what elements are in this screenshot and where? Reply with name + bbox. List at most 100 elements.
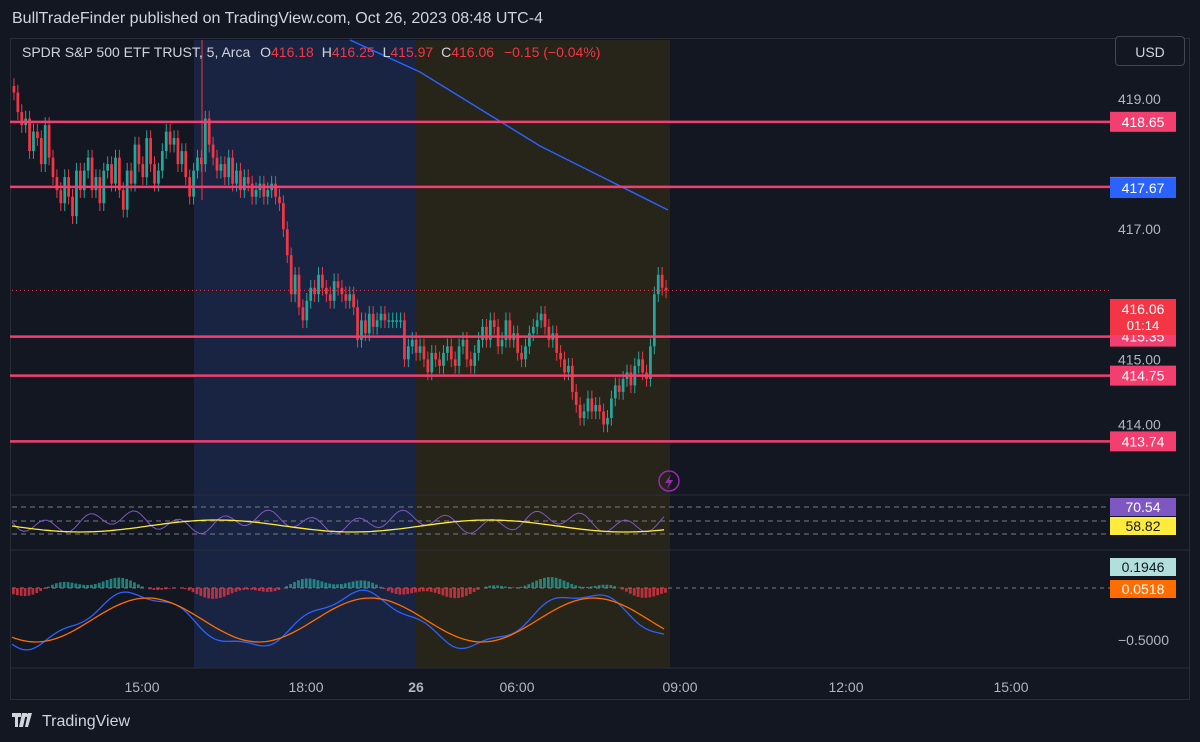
macd-histogram-bar <box>441 588 445 596</box>
macd-histogram-bar <box>203 588 207 598</box>
candle-body <box>36 131 39 139</box>
macd-histogram-bar <box>609 585 613 588</box>
candle-body <box>379 313 383 321</box>
macd-histogram-bar <box>371 582 374 588</box>
macd-histogram-bar <box>125 578 128 588</box>
candle-body <box>352 294 356 308</box>
candle-body <box>246 177 250 184</box>
candle-body <box>235 170 238 184</box>
candle-body <box>184 151 188 178</box>
candle-body <box>219 164 223 171</box>
candle-body <box>145 138 149 178</box>
macd-histogram-bar <box>133 582 136 588</box>
macd-histogram-bar <box>554 577 558 588</box>
candle-body <box>86 157 90 171</box>
macd-histogram-bar <box>129 580 132 588</box>
macd-histogram-bar <box>652 588 656 597</box>
macd-histogram-bar <box>359 580 363 588</box>
macd-histogram-bar <box>12 588 15 595</box>
candle-body <box>586 398 590 412</box>
candle-body <box>39 138 43 165</box>
candle-body <box>28 118 31 152</box>
macd-histogram-bar <box>222 588 226 597</box>
macd-histogram-bar <box>207 588 210 599</box>
macd-histogram-bar <box>437 588 441 595</box>
candle-body <box>485 326 488 340</box>
candle-body <box>313 287 316 295</box>
candle-body <box>149 138 152 165</box>
candle-body <box>422 346 426 360</box>
macd-histogram-bar <box>261 588 265 592</box>
candle-body <box>317 274 320 295</box>
macd-histogram-bar <box>324 582 328 588</box>
price-chart[interactable]: 419.00 417.00 415.00 414.00 15:00 18:00 26 06:0… <box>0 0 1200 742</box>
macd-histogram-bar <box>258 588 261 591</box>
x-tick-label: 26 <box>408 679 424 695</box>
macd-histogram-bar <box>476 588 480 590</box>
macd-histogram-bar <box>269 588 273 592</box>
macd-histogram-bar <box>343 583 347 588</box>
candle-body <box>242 177 246 191</box>
symbol-name: SPDR S&P 500 ETF TRUST, 5, Arca <box>22 44 251 60</box>
macd-histogram-bar <box>379 586 382 588</box>
candle-body <box>176 138 180 165</box>
close-value: 416.06 <box>451 44 495 60</box>
candle-body <box>559 352 562 360</box>
currency-button[interactable]: USD <box>1115 36 1185 66</box>
tradingview-logo-icon[interactable] <box>12 713 36 731</box>
candle-body <box>59 190 63 204</box>
macd-histogram-bar <box>535 580 538 588</box>
macd-histogram-bar <box>58 582 62 588</box>
x-tick-label: 15:00 <box>993 679 1028 695</box>
macd-histogram-bar <box>418 588 421 592</box>
macd-histogram-bar <box>628 588 632 594</box>
y-tick-label: 414.00 <box>1118 416 1161 432</box>
level-price-label: 413.74 <box>1122 433 1165 449</box>
macd-histogram-bar <box>644 588 648 598</box>
macd-histogram-bar <box>570 583 574 588</box>
candle-body <box>406 346 410 360</box>
candle-body <box>332 281 336 301</box>
x-tick-label: 06:00 <box>499 679 534 695</box>
candle-body <box>344 294 348 301</box>
candle-body <box>500 339 504 347</box>
candle-body <box>94 177 98 191</box>
candle-body <box>12 86 16 93</box>
candle-body <box>492 320 496 327</box>
macd-histogram-bar <box>363 580 367 588</box>
candle-body <box>371 313 375 327</box>
candle-body <box>391 320 395 322</box>
macd-histogram-bar <box>468 588 472 595</box>
candle-body <box>305 300 309 321</box>
macd-histogram-bar <box>15 588 19 596</box>
candle-body <box>457 346 461 366</box>
macd-histogram-bar <box>574 585 578 588</box>
candle-body <box>211 144 215 158</box>
candle-body <box>481 326 484 340</box>
macd-histogram-bar <box>51 584 54 588</box>
candle-body <box>528 333 531 347</box>
candle-body <box>227 157 231 178</box>
candle-body <box>266 190 270 197</box>
macd-histogram-bar <box>461 588 464 598</box>
macd-histogram-bar <box>242 588 246 590</box>
candle-body <box>129 170 133 184</box>
macd-histogram-bar <box>464 588 468 596</box>
macd-histogram-bar <box>35 588 39 594</box>
macd-histogram-bar <box>328 583 332 588</box>
macd-histogram-bar <box>449 588 453 598</box>
candle-body <box>340 287 344 295</box>
macd-histogram-bar <box>402 588 406 595</box>
macd-histogram-bar <box>297 580 300 588</box>
macd-histogram-bar <box>215 588 218 599</box>
macd-histogram-bar <box>632 588 636 596</box>
macd-histogram-bar <box>500 585 503 588</box>
candle-body <box>168 131 172 145</box>
macd-histogram-bar <box>597 585 601 588</box>
macd-histogram-bar <box>273 588 277 592</box>
macd-histogram-bar <box>285 586 289 588</box>
candle-body <box>98 177 102 204</box>
macd-histogram-bar <box>340 584 343 588</box>
macd-histogram-bar <box>613 586 617 588</box>
macd-histogram-bar <box>457 588 460 598</box>
